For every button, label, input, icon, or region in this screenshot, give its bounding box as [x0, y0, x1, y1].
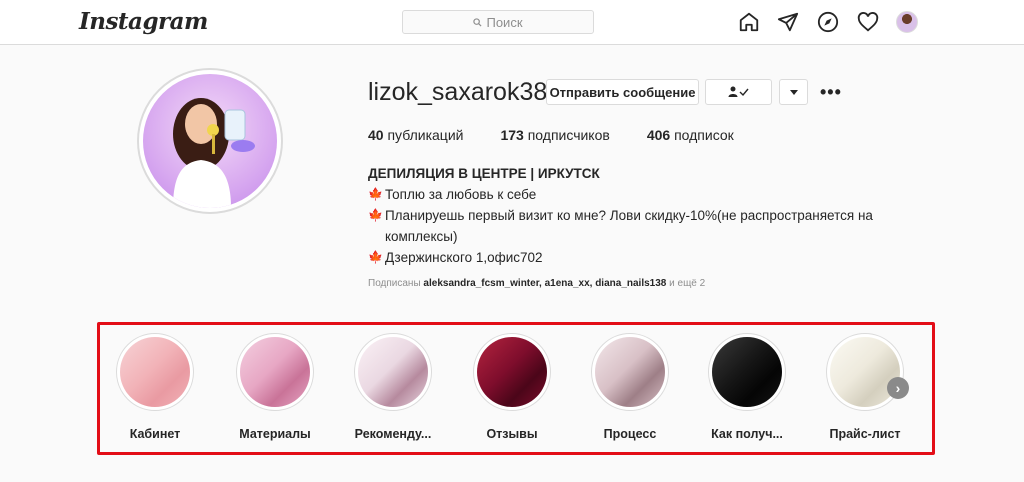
highlight-cover-ring [116, 333, 194, 411]
profile-bio: ДЕПИЛЯЦИЯ В ЦЕНТРЕ | ИРКУТСК 🍁 Топлю за л… [368, 163, 908, 268]
highlight-cover-image [120, 337, 190, 407]
maple-leaf-icon: 🍁 [368, 187, 383, 201]
highlight-label: Как получ... [711, 427, 783, 441]
maple-leaf-icon: 🍁 [368, 250, 383, 264]
highlight-label: Процесс [603, 427, 657, 441]
highlight-label: Прайс-лист [829, 427, 901, 441]
highlight-label: Материалы [239, 427, 311, 441]
following-button[interactable] [705, 79, 772, 105]
search-input[interactable]: Поиск [402, 10, 594, 34]
user-check-icon [728, 86, 749, 97]
next-arrow-icon[interactable]: › [887, 377, 909, 399]
highlight-label: Отзывы [486, 427, 538, 441]
bio-line: 🍁 Планируешь первый визит ко мне? Лови ск… [368, 205, 908, 247]
highlight-cover-image [830, 337, 900, 407]
highlight-cover-ring [236, 333, 314, 411]
highlight-cover-image [358, 337, 428, 407]
story-highlight[interactable]: Рекоменду... [353, 333, 433, 441]
highlight-cover-image [477, 337, 547, 407]
send-message-button[interactable]: Отправить сообщение [546, 79, 699, 105]
explore-icon[interactable] [817, 11, 839, 33]
home-icon[interactable] [738, 11, 760, 33]
followed-by[interactable]: Подписаны aleksandra_fcsm_winter, a1ena_… [368, 278, 705, 289]
bio-title: ДЕПИЛЯЦИЯ В ЦЕНТРЕ | ИРКУТСК [368, 166, 600, 181]
highlight-label: Кабинет [129, 427, 181, 441]
profile-stats: 40 публикаций 173 подписчиков 406 подпис… [368, 127, 771, 143]
highlight-label: Рекоменду... [354, 427, 432, 441]
profile-picture [143, 74, 277, 208]
maple-leaf-icon: 🍁 [368, 208, 383, 222]
activity-icon[interactable] [857, 11, 879, 33]
highlight-cover-ring [591, 333, 669, 411]
highlight-cover-ring [708, 333, 786, 411]
story-highlight[interactable]: Процесс [590, 333, 670, 441]
following-count[interactable]: 406 подписок [647, 127, 734, 143]
suggestions-dropdown-button[interactable] [779, 79, 808, 105]
bio-line: 🍁 Топлю за любовь к себе [368, 184, 908, 205]
story-highlight[interactable]: Материалы [235, 333, 315, 441]
direct-icon[interactable] [777, 11, 799, 33]
highlight-cover-image [712, 337, 782, 407]
profile-avatar-large [137, 68, 283, 214]
highlight-cover-image [595, 337, 665, 407]
followers-count[interactable]: 173 подписчиков [500, 127, 609, 143]
search-icon [473, 17, 482, 27]
top-navigation-bar: Instagram Поиск [0, 0, 1024, 45]
story-highlight[interactable]: Отзывы [472, 333, 552, 441]
instagram-logo[interactable]: Instagram [79, 8, 208, 35]
profile-avatar[interactable] [896, 11, 918, 33]
story-highlight[interactable]: Кабинет [115, 333, 195, 441]
profile-username: lizok_saxarok38 [368, 78, 548, 106]
highlight-cover-ring [473, 333, 551, 411]
story-highlight[interactable]: Как получ... [707, 333, 787, 441]
search-placeholder: Поиск [486, 14, 523, 30]
more-options-icon[interactable]: ••• [820, 83, 842, 101]
highlight-cover-ring [826, 333, 904, 411]
posts-count: 40 публикаций [368, 127, 464, 143]
highlight-cover-ring [354, 333, 432, 411]
highlight-cover-image [240, 337, 310, 407]
chevron-down-icon [789, 89, 798, 95]
bio-line: 🍁 Дзержинского 1,офис702 [368, 247, 908, 268]
